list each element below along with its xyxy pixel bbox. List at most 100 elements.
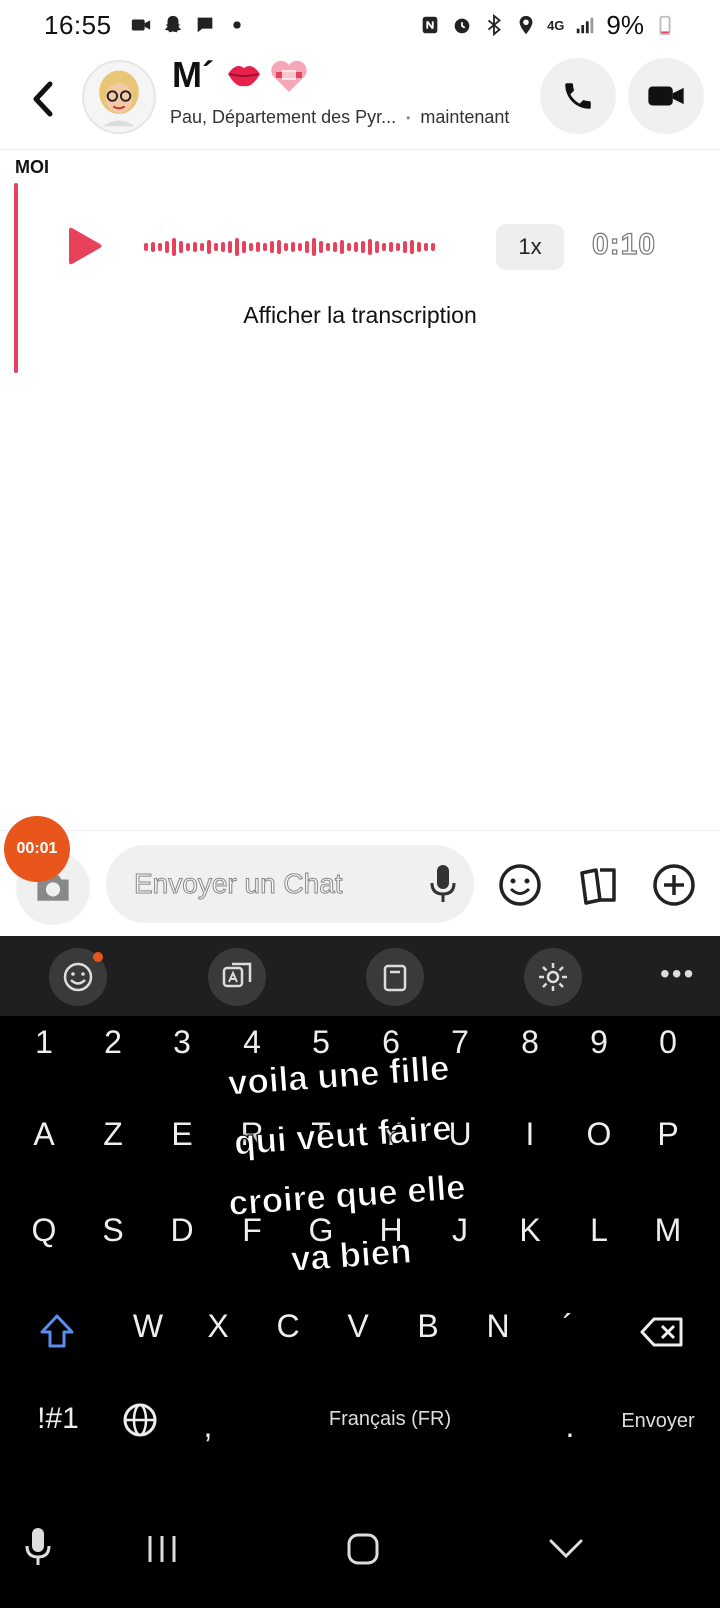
keyboard-key[interactable]: 8 (500, 1024, 560, 1061)
send-key[interactable]: Envoyer (608, 1410, 708, 1433)
translate-icon (222, 962, 252, 988)
keyboard-emoji-button[interactable] (49, 948, 107, 1006)
back-icon[interactable] (26, 76, 62, 122)
keyboard-key[interactable]: 4 (222, 1024, 282, 1061)
waveform-bar (221, 242, 225, 252)
voice-call-button[interactable] (540, 58, 616, 134)
contact-emojis (224, 56, 310, 96)
keyboard-key[interactable]: B (398, 1308, 458, 1345)
separator-dot: • (406, 110, 411, 125)
waveform-bar (193, 242, 197, 252)
waveform-bar (214, 243, 218, 251)
waveform-bar (312, 238, 316, 256)
waveform-bar (256, 242, 260, 252)
keyboard-key[interactable]: D (152, 1212, 212, 1249)
home-icon[interactable] (346, 1532, 380, 1566)
globe-key-icon[interactable] (122, 1402, 158, 1438)
microphone-icon[interactable] (428, 863, 458, 905)
signal-icon (577, 17, 594, 34)
keyboard-key[interactable]: M (638, 1212, 698, 1249)
keyboard-key[interactable]: 0 (638, 1024, 698, 1061)
video-call-button[interactable] (628, 58, 704, 134)
waveform-bar (235, 238, 239, 256)
keyboard-translate-button[interactable] (208, 948, 266, 1006)
keyboard-key[interactable]: T (291, 1116, 351, 1153)
video-icon (131, 19, 150, 31)
waveform-bar (305, 241, 309, 253)
waveform-bar (263, 243, 267, 251)
waveform-bar (172, 238, 176, 256)
network-label: 4G (547, 17, 565, 33)
hide-keyboard-icon[interactable] (548, 1538, 584, 1560)
waveform-bar (277, 240, 281, 254)
symbols-key[interactable]: !#1 (28, 1402, 88, 1436)
keyboard-key[interactable]: Y (361, 1116, 421, 1153)
keyboard-key[interactable]: J (430, 1212, 490, 1249)
emoji-icon[interactable] (498, 863, 542, 907)
contact-location: Pau, Département des Pyr... (170, 107, 397, 127)
keyboard-settings-button[interactable] (524, 948, 582, 1006)
space-bar[interactable]: Français (FR) (280, 1408, 500, 1431)
shift-key-icon[interactable] (38, 1312, 76, 1352)
keyboard-key[interactable]: O (569, 1116, 629, 1153)
playback-speed-button[interactable]: 1x (496, 224, 564, 270)
keyboard-key[interactable]: P (638, 1116, 698, 1153)
keyboard-key[interactable]: A (14, 1116, 74, 1153)
show-transcript-link[interactable]: Afficher la transcription (0, 302, 720, 329)
keyboard-key[interactable]: H (361, 1212, 421, 1249)
keyboard-key[interactable]: 2 (83, 1024, 143, 1061)
status-right: 4G 9% (419, 10, 676, 41)
waveform-bar (144, 243, 148, 251)
gear-icon (539, 963, 567, 991)
keyboard-key[interactable]: ´ (538, 1308, 598, 1345)
keyboard-key[interactable]: F (222, 1212, 282, 1249)
keyboard-key[interactable]: V (328, 1308, 388, 1345)
period-key[interactable]: . (540, 1408, 600, 1445)
waveform-bar (158, 243, 162, 251)
keyboard-key[interactable]: 5 (291, 1024, 351, 1061)
waveform-bar (270, 241, 274, 253)
keyboard-key[interactable]: L (569, 1212, 629, 1249)
keyboard-toolbar: ••• (0, 936, 720, 1016)
keyboard-key[interactable]: R (222, 1116, 282, 1153)
contact-status: Pau, Département des Pyr... • maintenant (170, 107, 509, 128)
keyboard-key[interactable]: I (500, 1116, 560, 1153)
keyboard-key[interactable]: 7 (430, 1024, 490, 1061)
waveform-bar (382, 243, 386, 251)
waveform-bar (319, 241, 323, 253)
battery-percent: 9% (606, 9, 644, 40)
contact-name[interactable]: M´ (172, 54, 214, 96)
chat-message-input[interactable] (106, 845, 474, 923)
keyboard-clipboard-button[interactable] (366, 948, 424, 1006)
voice-input-icon[interactable] (22, 1526, 54, 1568)
keyboard-key[interactable]: E (152, 1116, 212, 1153)
more-options-icon[interactable]: ••• (660, 958, 695, 990)
keyboard-key[interactable]: S (83, 1212, 143, 1249)
waveform-bar (396, 243, 400, 251)
keyboard-key[interactable]: W (118, 1308, 178, 1345)
keyboard-key[interactable]: N (468, 1308, 528, 1345)
keyboard-key[interactable]: U (430, 1116, 490, 1153)
keyboard-key[interactable]: K (500, 1212, 560, 1249)
keyboard-key[interactable]: G (291, 1212, 351, 1249)
keyboard-key[interactable]: Z (83, 1116, 143, 1153)
keyboard-key[interactable]: Q (14, 1212, 74, 1249)
keyboard-key[interactable]: C (258, 1308, 318, 1345)
keyboard-key[interactable]: 3 (152, 1024, 212, 1061)
voice-waveform[interactable] (144, 232, 454, 262)
avatar[interactable] (82, 60, 156, 134)
status-bar: 16:55 4G 9% (0, 0, 720, 50)
waveform-bar (326, 243, 330, 251)
chat-area: MOI 1x 0:10 Afficher la transcription (0, 150, 720, 830)
keyboard-key[interactable]: 6 (361, 1024, 421, 1061)
keyboard-key[interactable]: 9 (569, 1024, 629, 1061)
keyboard-key[interactable]: X (188, 1308, 248, 1345)
recent-apps-icon[interactable] (146, 1534, 178, 1564)
waveform-bar (207, 240, 211, 254)
keyboard-key[interactable]: 1 (14, 1024, 74, 1061)
comma-key[interactable]: , (178, 1408, 238, 1445)
plus-icon[interactable] (652, 863, 696, 907)
cards-icon[interactable] (576, 863, 620, 907)
backspace-key-icon[interactable] (640, 1316, 684, 1348)
play-icon[interactable] (63, 226, 103, 266)
